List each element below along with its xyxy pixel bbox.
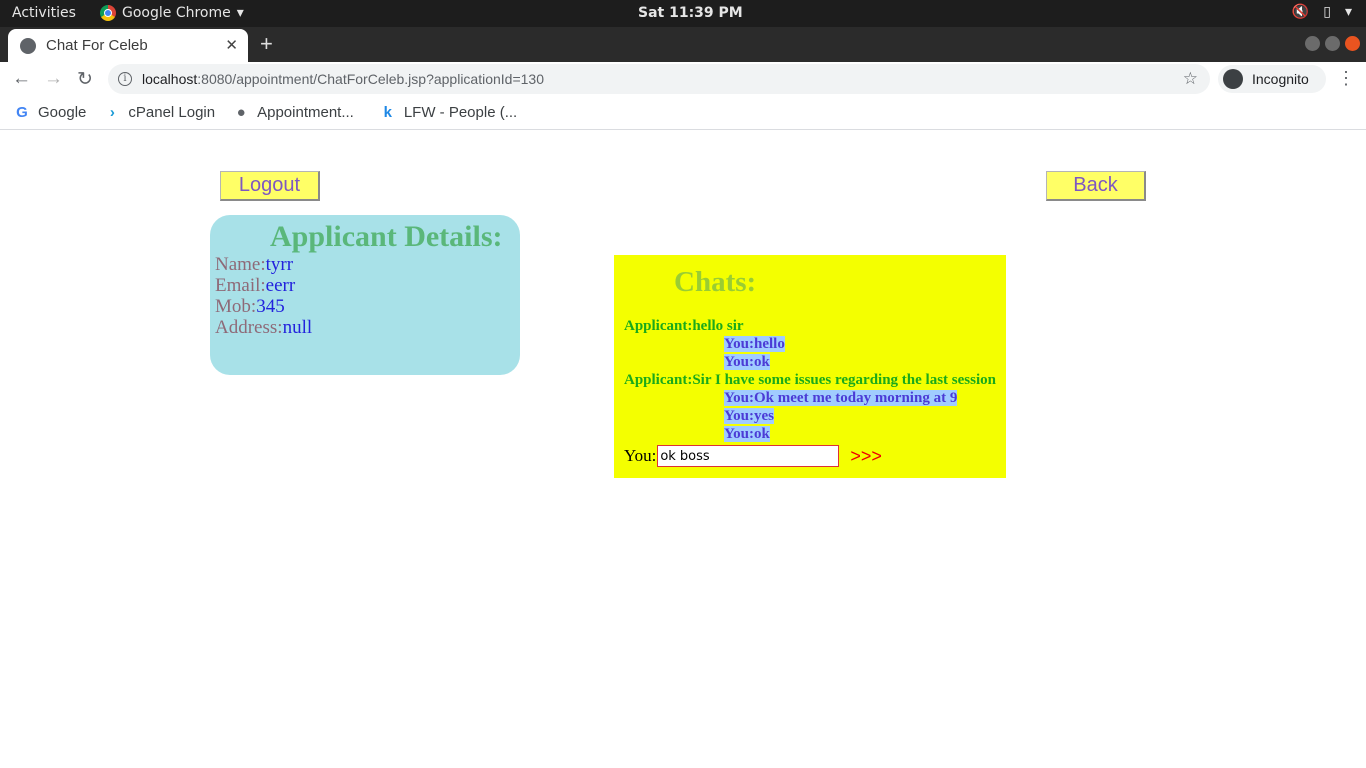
message-you: You:ok [724,353,996,371]
detail-key: Name: [215,254,266,275]
message-text: You:yes [724,408,775,424]
message-text: You:ok [724,426,770,442]
send-button[interactable]: >>> [850,446,882,467]
chats-panel: Chats: Applicant:hello sir You:hello You… [614,255,1006,478]
close-window-icon[interactable] [1345,36,1360,51]
message-applicant: Applicant:Sir I have some issues regardi… [624,371,996,389]
app-menu[interactable]: Google Chrome ▾ [100,5,244,21]
tab-strip: Chat For Celeb ✕ + [0,27,1366,62]
chrome-icon [100,5,116,21]
browser-tab[interactable]: Chat For Celeb ✕ [8,29,248,62]
message-composer: You: >>> [624,445,882,467]
message-text: You:hello [724,336,785,352]
message-you: You:yes [724,407,996,425]
url-host: localhost [142,71,198,87]
app-name: Google Chrome [122,5,231,21]
message-text: You:Ok meet me today morning at 9 [724,390,958,406]
detail-value: tyrr [265,254,294,275]
system-tray[interactable]: 🔇 ▯ ▾ [1292,4,1352,20]
window-controls [1305,36,1360,51]
detail-address: Address:null [215,317,515,338]
composer-label: You: [624,446,657,465]
message-input[interactable] [657,445,840,467]
activities-button[interactable]: Activities [12,5,76,21]
back-arrow-icon[interactable]: ← [12,68,31,90]
address-bar[interactable]: i localhost:8080/appointment/ChatForCele… [108,64,1210,94]
bookmark-star-icon[interactable]: ☆ [1183,69,1198,89]
detail-value: null [282,317,313,338]
applicant-details-card: Applicant Details: Name:tyrr Email:eerr … [210,215,520,375]
bookmark-label: Appointment... [257,104,354,121]
volume-muted-icon: 🔇 [1291,4,1310,20]
message-text: You:ok [724,354,770,370]
minimize-icon[interactable] [1305,36,1320,51]
message-you: You:Ok meet me today morning at 9 [724,389,996,407]
bookmark-lfw[interactable]: k LFW - People (... [380,104,518,121]
detail-value: eerr [265,275,296,296]
message-text: Applicant:Sir I have some issues regardi… [624,372,996,388]
bookmark-cpanel[interactable]: › cPanel Login [104,104,215,121]
message-text: Applicant:hello sir [624,318,744,334]
detail-key: Address: [215,317,283,338]
info-icon[interactable]: i [118,72,132,86]
detail-key: Email: [215,275,266,296]
incognito-label: Incognito [1252,71,1309,87]
power-menu-icon: ▾ [1344,4,1352,20]
forward-arrow-icon[interactable]: → [44,68,63,90]
logout-button[interactable]: Logout [220,171,320,201]
incognito-icon [1223,69,1243,89]
globe-icon: ● [236,104,246,121]
browser-toolbar: ← → ↻ i localhost:8080/appointment/ChatF… [0,62,1366,96]
incognito-badge[interactable]: Incognito [1218,65,1326,93]
message-applicant: Applicant:hello sir [624,317,996,335]
bookmark-label: Google [38,104,87,121]
maximize-icon[interactable] [1325,36,1340,51]
detail-value: 345 [256,296,285,317]
detail-key: Mob: [215,296,257,317]
url-path: :8080/appointment/ChatForCeleb.jsp?appli… [197,71,545,87]
tab-title: Chat For Celeb [46,37,148,54]
bookmark-google[interactable]: G Google [14,104,86,121]
google-icon: G [16,104,28,121]
detail-name: Name:tyrr [215,254,515,275]
chevron-down-icon: ▾ [236,5,244,21]
bookmark-label: cPanel Login [128,104,216,121]
bookmark-label: LFW - People (... [403,104,518,121]
chats-title: Chats: [674,266,757,298]
kebab-menu-icon[interactable]: ⋮ [1337,68,1355,89]
cpanel-icon: › [109,104,115,121]
message-you: You:ok [724,425,996,443]
details-title: Applicant Details: [270,220,503,253]
back-button[interactable]: Back [1046,171,1146,201]
message-you: You:hello [724,335,996,353]
battery-icon: ▯ [1323,4,1331,20]
message-list: Applicant:hello sir You:hello You:ok App… [624,317,996,443]
k-icon: k [383,104,393,121]
system-top-bar: Activities Google Chrome ▾ Sat 11:39 PM … [0,0,1366,27]
globe-icon [20,37,36,54]
detail-mob: Mob:345 [215,296,515,317]
detail-email: Email:eerr [215,275,515,296]
new-tab-icon[interactable]: + [260,31,273,57]
reload-icon[interactable]: ↻ [77,68,93,91]
bookmark-appointment[interactable]: ● Appointment... [233,104,354,121]
clock[interactable]: Sat 11:39 PM [638,5,743,21]
close-icon[interactable]: ✕ [225,36,238,54]
bookmarks-bar: G Google › cPanel Login ● Appointment...… [0,96,1366,130]
